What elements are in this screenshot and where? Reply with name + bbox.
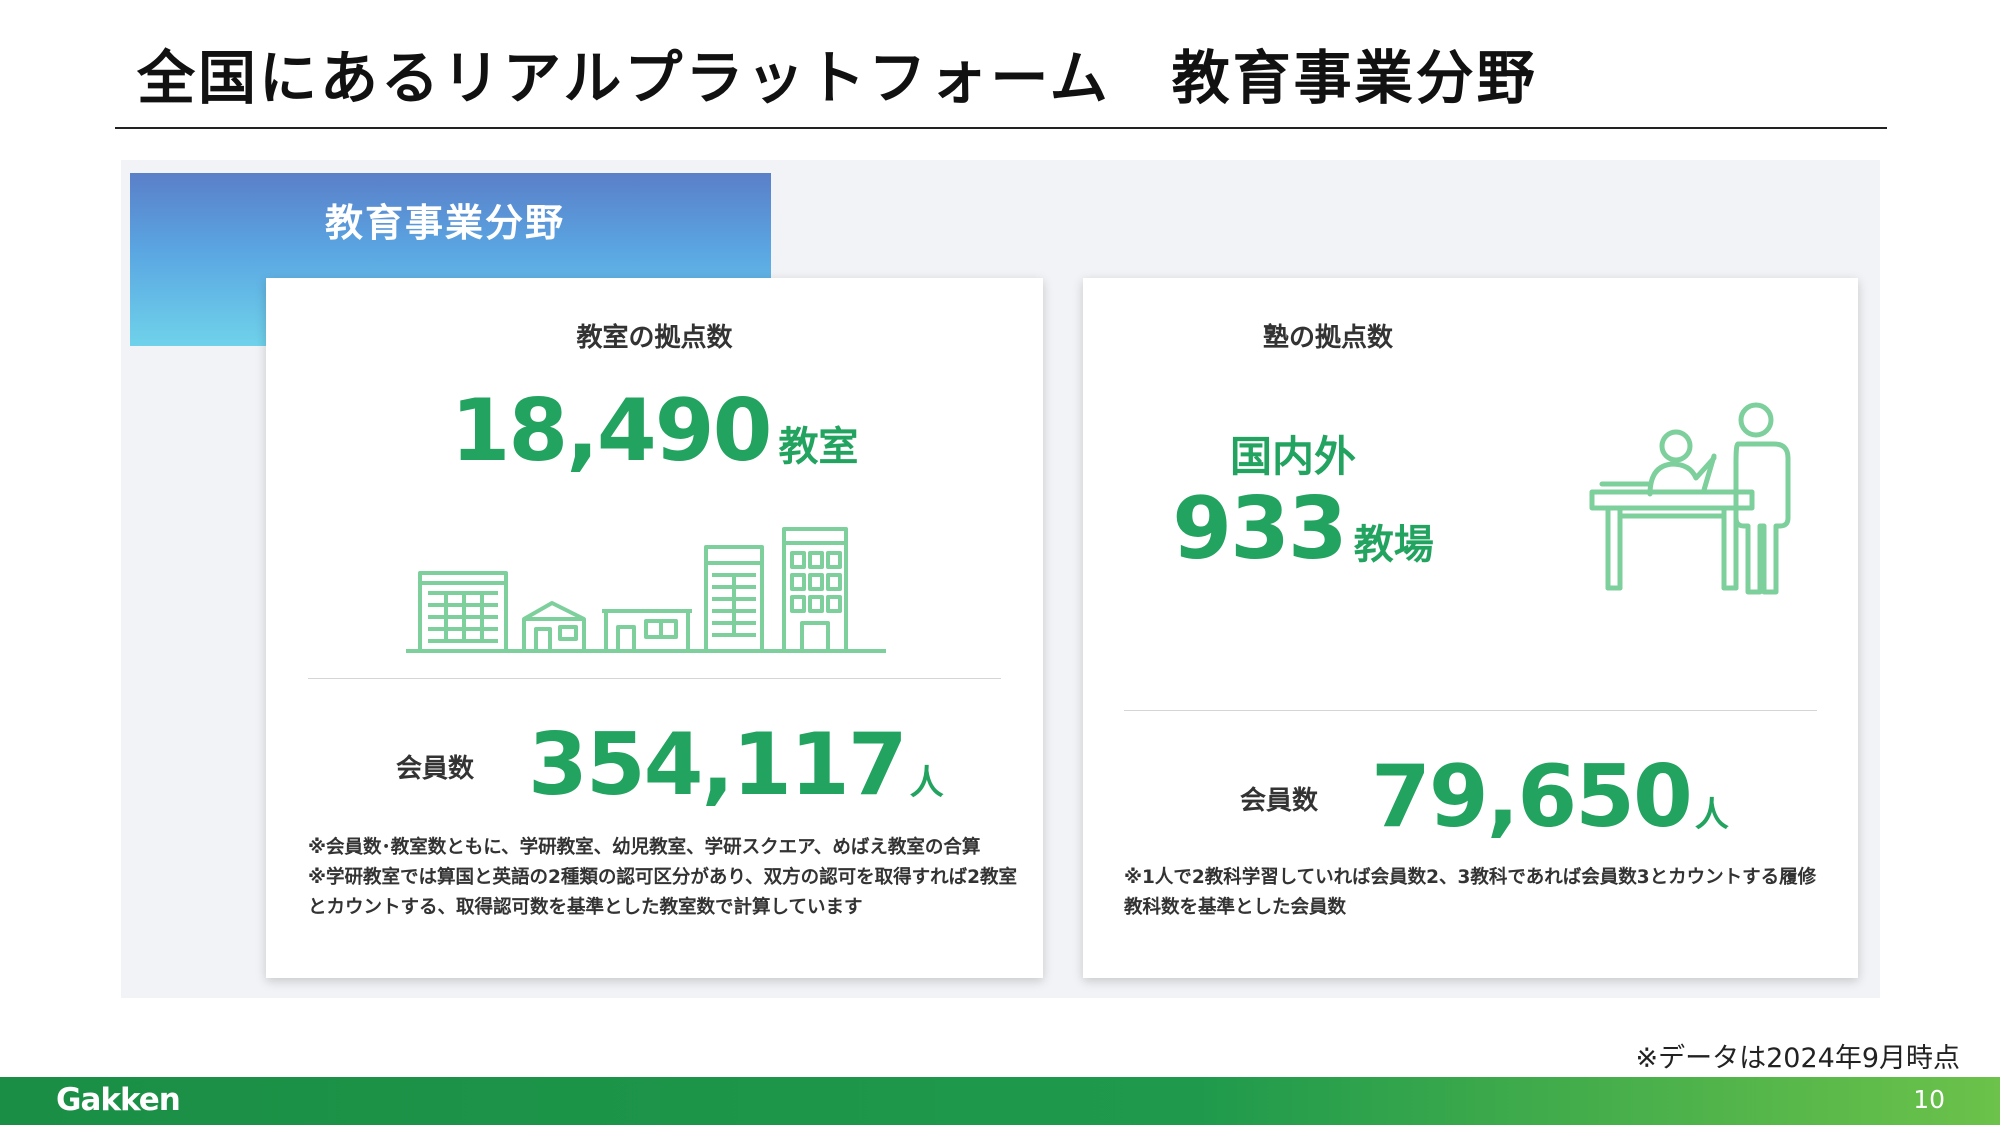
juku-members-label: 会員数 [1240, 786, 1319, 816]
juku-members-unit: 人 [1694, 795, 1729, 835]
classroom-members-label: 会員数 [396, 754, 475, 784]
classroom-count-group: 18,490 教室 [266, 388, 1043, 474]
section-tab-label: 教育事業分野 [325, 201, 566, 245]
page-title: 全国にあるリアルプラットフォーム 教育事業分野 [137, 44, 1538, 112]
juku-count-label: 塾の拠点数 [1263, 323, 1394, 353]
classroom-note-1: ※会員数･教室数ともに、学研教室、幼児教室、学研スクエア、めばえ教室の合算 [308, 837, 981, 858]
classroom-count: 18,490 [450, 381, 773, 481]
classroom-members-group: 354,117 人 [528, 722, 944, 808]
juku-card: 塾の拠点数 国内外 933 教場 会員数 79,650 人 ※1人で2教科学習し… [1083, 278, 1858, 978]
juku-members: 79,650 [1371, 747, 1693, 847]
classroom-count-unit: 教室 [778, 424, 859, 470]
juku-count-unit: 教場 [1353, 522, 1434, 568]
classroom-note-2: ※学研教室では算国と英語の2種類の認可区分があり、双方の認可を取得すれば2教室と… [308, 867, 1017, 918]
data-as-of-note: ※データは2024年9月時点 [1635, 1043, 1960, 1074]
classroom-members: 354,117 [528, 715, 908, 815]
teacher-student-desk-icon [1589, 402, 1791, 595]
classroom-members-unit: 人 [909, 763, 944, 803]
juku-card-divider [1124, 710, 1817, 711]
classroom-card: 教室の拠点数 18,490 教室 会員数 354,117 人 ※会員数･教室数と… [266, 278, 1043, 978]
juku-scope-label: 国内外 [1229, 432, 1356, 481]
buildings-illustration-icon [406, 527, 886, 653]
juku-note: ※1人で2教科学習していれば会員数2、3教科であれば会員数3とカウントする履修教… [1124, 867, 1817, 918]
juku-count-group: 933 教場 [1163, 486, 1443, 572]
classroom-card-divider [308, 678, 1001, 679]
juku-members-group: 79,650 人 [1371, 754, 1729, 840]
juku-count: 933 [1172, 479, 1348, 579]
gakken-logo: Gakken [56, 1082, 181, 1118]
classroom-count-label: 教室の拠点数 [576, 323, 733, 353]
title-divider [115, 127, 1887, 129]
page-number: 10 [1913, 1085, 1945, 1114]
footer-bar [0, 1077, 2000, 1125]
